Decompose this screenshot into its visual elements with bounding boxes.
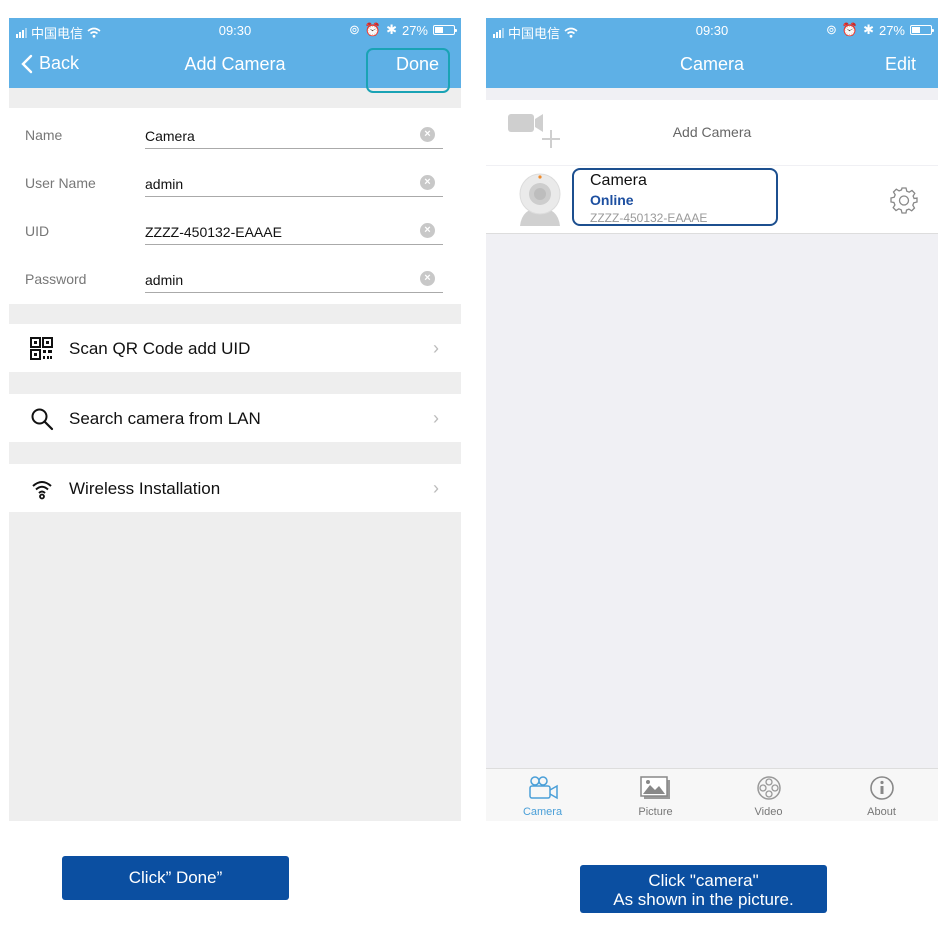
name-input[interactable] <box>145 121 443 149</box>
tab-camera[interactable]: Camera <box>486 769 599 821</box>
password-input[interactable] <box>145 265 443 293</box>
film-reel-icon <box>756 776 781 800</box>
instruction-caption-left: Click” Done” <box>62 856 289 900</box>
camera-form: Name × User Name × UID × Password × <box>9 108 461 304</box>
nav-bar: Camera Edit <box>486 42 938 88</box>
search-icon <box>31 408 54 431</box>
tab-video-label: Video <box>754 806 783 818</box>
search-lan-label: Search camera from LAN <box>69 409 261 428</box>
add-camera-screen: 中国电信 09:30 ⊚ ⏰ ✱ 27% Back Add Camera Don… <box>9 18 461 821</box>
gear-icon[interactable] <box>890 186 918 214</box>
tab-picture-label: Picture <box>638 806 673 818</box>
alarm-icon: ⏰ <box>841 22 859 37</box>
tab-video[interactable]: Video <box>712 769 825 821</box>
edit-button[interactable]: Edit <box>885 54 916 75</box>
scan-qr-code-item[interactable]: Scan QR Code add UID › <box>9 324 461 372</box>
camera-list-screen: 中国电信 09:30 ⊚ ⏰ ✱ 27% Camera Edit Add Cam… <box>486 18 938 821</box>
bluetooth-icon: ✱ <box>386 22 397 37</box>
scan-qr-code-label: Scan QR Code add UID <box>69 339 251 358</box>
picture-icon <box>639 776 670 799</box>
camera-thumbnail-icon <box>519 173 561 226</box>
caption-right-line2: As shown in the picture. <box>613 890 794 909</box>
rotation-lock-icon: ⊚ <box>825 22 837 37</box>
qr-code-icon <box>30 337 53 360</box>
add-camera-label: Add Camera <box>672 124 752 140</box>
bluetooth-icon: ✱ <box>863 22 874 37</box>
status-bar: 中国电信 09:30 ⊚ ⏰ ✱ 27% <box>9 18 461 42</box>
camera-list-item[interactable]: Camera Online ZZZZ-450132-EAAAE <box>486 166 938 234</box>
clear-username-button[interactable]: × <box>420 175 435 190</box>
username-input[interactable] <box>145 169 443 197</box>
battery-percent: 27% <box>401 22 428 38</box>
wireless-installation-item[interactable]: Wireless Installation › <box>9 464 461 512</box>
clear-password-button[interactable]: × <box>420 271 435 286</box>
video-camera-icon <box>528 776 558 800</box>
name-label: Name <box>25 127 63 143</box>
wireless-installation-label: Wireless Installation <box>69 479 221 498</box>
chevron-right-icon: › <box>433 408 439 428</box>
add-camera-item[interactable]: Add Camera <box>486 100 938 165</box>
uid-field-row: UID × <box>9 204 461 252</box>
password-label: Password <box>25 271 87 287</box>
uid-input[interactable] <box>145 217 443 245</box>
tab-about[interactable]: About <box>825 769 938 821</box>
clear-name-button[interactable]: × <box>420 127 435 142</box>
caption-right-line1: Click "camera" <box>648 871 759 890</box>
tab-bar: Camera Picture Video About <box>486 768 938 821</box>
rotation-lock-icon: ⊚ <box>348 22 360 37</box>
chevron-right-icon: › <box>433 338 439 358</box>
page-title: Camera <box>679 54 745 74</box>
caption-left-text: Click” Done” <box>128 868 223 887</box>
camera-uid: ZZZZ-450132-EAAAE <box>590 211 708 225</box>
battery-icon <box>910 25 934 35</box>
chevron-right-icon: › <box>433 478 439 498</box>
done-highlight-box <box>366 48 450 93</box>
camera-name: Camera <box>590 172 647 189</box>
username-label: User Name <box>25 175 96 191</box>
username-field-row: User Name × <box>9 156 461 204</box>
name-field-row: Name × <box>9 108 461 156</box>
tab-camera-label: Camera <box>522 806 563 818</box>
wifi-icon <box>32 481 52 500</box>
clear-uid-button[interactable]: × <box>420 223 435 238</box>
info-icon <box>869 776 894 800</box>
tab-about-label: About <box>867 806 896 818</box>
password-field-row: Password × <box>9 252 461 300</box>
instruction-caption-right: Click "camera" As shown in the picture. <box>580 865 827 913</box>
battery-icon <box>433 25 457 35</box>
status-bar: 中国电信 09:30 ⊚ ⏰ ✱ 27% <box>486 18 938 42</box>
search-lan-item[interactable]: Search camera from LAN › <box>9 394 461 442</box>
alarm-icon: ⏰ <box>364 22 382 37</box>
uid-label: UID <box>25 223 50 239</box>
tab-picture[interactable]: Picture <box>599 769 712 821</box>
camera-status: Online <box>590 192 634 208</box>
battery-percent: 27% <box>878 22 905 38</box>
